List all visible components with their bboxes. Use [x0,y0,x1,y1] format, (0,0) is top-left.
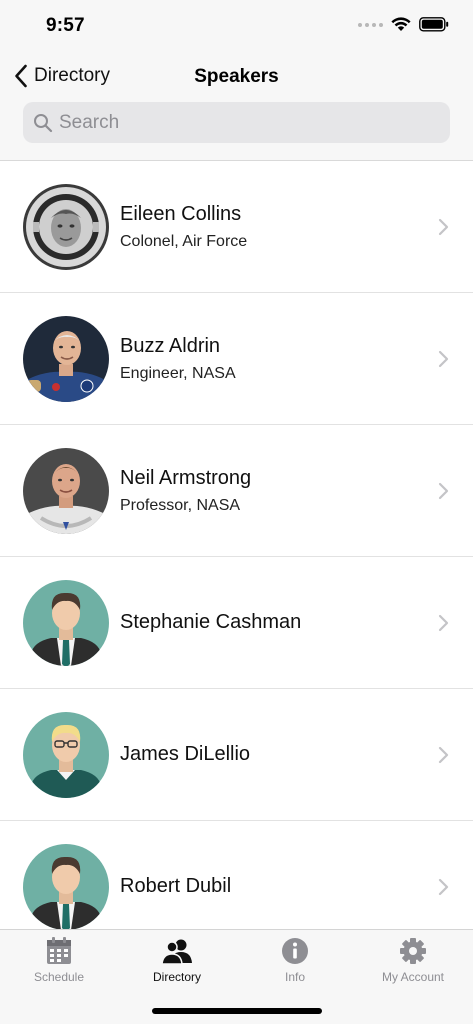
speaker-name: Neil Armstrong [120,466,252,489]
speaker-row[interactable]: Robert Dubil [0,821,473,929]
people-icon [162,939,192,965]
speaker-name: Stephanie Cashman [120,611,302,633]
search-icon [34,113,53,132]
calendar-icon [47,937,71,964]
default-man-avatar [23,579,109,666]
chevron-right-icon [438,482,449,499]
search-bar[interactable] [23,102,450,143]
tab-label: Schedule [33,970,85,984]
speaker-name: James DiLellio [120,743,251,765]
wifi-icon [391,17,411,31]
astronaut-spacesuit-photo [23,447,109,534]
chevron-right-icon [438,878,449,895]
gear-icon [400,938,426,964]
speaker-info: Stephanie Cashman [120,611,301,634]
info-icon [282,938,308,964]
tab-schedule[interactable]: Schedule [0,936,118,984]
tab-directory[interactable]: Directory [118,936,236,984]
status-time: 9:57 [46,15,85,36]
speaker-name: Robert Dubil [120,875,232,897]
battery-icon [419,17,449,32]
default-man-blond-avatar [23,711,109,798]
chevron-right-icon [438,350,449,367]
chevron-right-icon [438,218,449,235]
search-input[interactable] [59,111,439,134]
status-bar: 9:57 [0,0,473,52]
speaker-title: Professor, NASA [120,496,241,514]
astronaut-helmet-photo [23,183,109,270]
speaker-name: Buzz Aldrin [120,334,221,357]
chevron-right-icon [438,614,449,631]
speaker-row[interactable]: Buzz Aldrin Engineer, NASA [0,293,473,425]
speaker-row[interactable]: Neil Armstrong Professor, NASA [0,425,473,557]
speaker-info: Robert Dubil [120,875,231,898]
speaker-row[interactable]: James DiLellio [0,689,473,821]
speaker-info: Eileen Collins Colonel, Air Force [120,203,247,251]
tab-label: Directory [152,970,201,984]
speaker-title: Colonel, Air Force [120,232,248,250]
chevron-right-icon [438,746,449,763]
default-man-avatar [23,843,109,929]
tab-label: Info [284,970,305,984]
home-indicator [152,1008,322,1014]
status-icons [358,17,449,32]
tab-info[interactable]: Info [236,936,354,984]
astronaut-flight-suit-photo [23,315,109,402]
nav-header: Directory Speakers [0,52,473,161]
speaker-info: Buzz Aldrin Engineer, NASA [120,335,236,383]
speaker-info: Neil Armstrong Professor, NASA [120,467,251,515]
speaker-row[interactable]: Stephanie Cashman [0,557,473,689]
speaker-list: Eileen Collins Colonel, Air Force Buzz A… [0,161,473,929]
page-title: Speakers [194,66,279,87]
tab-my-account[interactable]: My Account [354,936,472,984]
speaker-name: Eileen Collins [120,202,242,225]
speaker-row[interactable]: Eileen Collins Colonel, Air Force [0,161,473,293]
speaker-info: James DiLellio [120,743,250,766]
signal-icon [358,22,383,27]
tab-label: My Account [381,970,445,984]
speaker-title: Engineer, NASA [120,364,236,382]
